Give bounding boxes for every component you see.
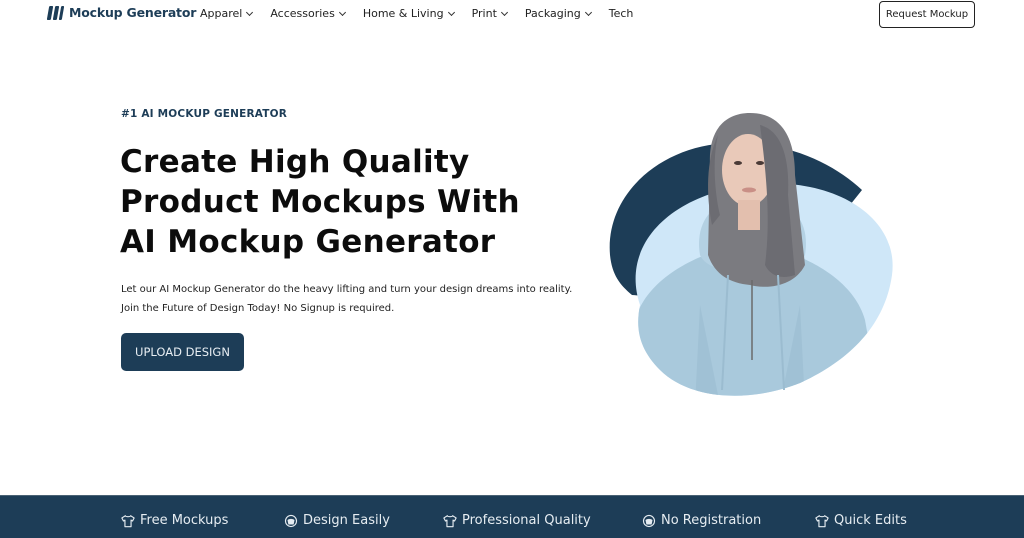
headline-line: Product Mockups With (120, 184, 520, 220)
nav-item-apparel[interactable]: Apparel (200, 7, 254, 20)
hoodie-icon (642, 514, 656, 527)
feature-free-mockups: Free Mockups (121, 513, 228, 528)
description-line: Join the Future of Design Today! No Sign… (121, 303, 395, 314)
main-menu: Apparel Accessories Home & Living Print … (200, 7, 651, 20)
nav-item-print[interactable]: Print (471, 7, 508, 20)
nav-item-packaging[interactable]: Packaging (524, 7, 592, 20)
chevron-down-icon (246, 8, 254, 16)
feature-no-registration: No Registration (642, 513, 761, 528)
upload-design-button[interactable]: UPLOAD DESIGN (121, 333, 244, 371)
chevron-down-icon (584, 8, 592, 16)
nav-item-label: Tech (608, 7, 634, 20)
nav-item-accessories[interactable]: Accessories (270, 7, 346, 20)
nav-item-label: Accessories (270, 7, 335, 20)
top-navbar: Mockup Generator Apparel Accessories Hom… (0, 0, 1024, 30)
chevron-down-icon (500, 8, 508, 16)
feature-label: No Registration (661, 513, 762, 528)
hero-headline: Create High Quality Product Mockups With… (120, 142, 600, 262)
request-mockup-button[interactable]: Request Mockup (879, 1, 975, 28)
feature-quick-edits: Quick Edits (815, 513, 907, 528)
chevron-down-icon (447, 8, 455, 16)
hero-eyebrow: #1 AI MOCKUP GENERATOR (121, 108, 288, 120)
feature-label: Quick Edits (834, 513, 907, 528)
logo-link[interactable]: Mockup Generator (46, 5, 197, 20)
tshirt-icon (121, 514, 135, 527)
brand-name: Mockup Generator (69, 5, 197, 20)
nav-item-label: Apparel (200, 7, 243, 20)
logo-icon (46, 5, 65, 20)
hoodie-icon (284, 514, 298, 527)
headline-line: Create High Quality (120, 144, 470, 180)
tshirt-icon (443, 514, 457, 527)
nav-item-label: Print (471, 7, 497, 20)
feature-label: Free Mockups (140, 513, 229, 528)
hero-image (609, 113, 893, 396)
feature-label: Design Easily (303, 513, 390, 528)
description-line: Let our AI Mockup Generator do the heavy… (121, 284, 573, 295)
feature-design-easily: Design Easily (284, 513, 390, 528)
feature-label: Professional Quality (462, 513, 591, 528)
nav-item-label: Packaging (524, 7, 581, 20)
nav-item-tech[interactable]: Tech (609, 7, 634, 20)
headline-line: AI Mockup Generator (120, 224, 496, 260)
tshirt-icon (815, 514, 829, 527)
chevron-down-icon (338, 8, 346, 16)
nav-item-label: Home & Living (362, 7, 444, 20)
hero-description: Let our AI Mockup Generator do the heavy… (121, 280, 581, 318)
feature-professional-quality: Professional Quality (443, 513, 591, 528)
nav-item-home-living[interactable]: Home & Living (362, 7, 455, 20)
features-bar: Free Mockups Design Easily Professional … (0, 495, 1024, 538)
